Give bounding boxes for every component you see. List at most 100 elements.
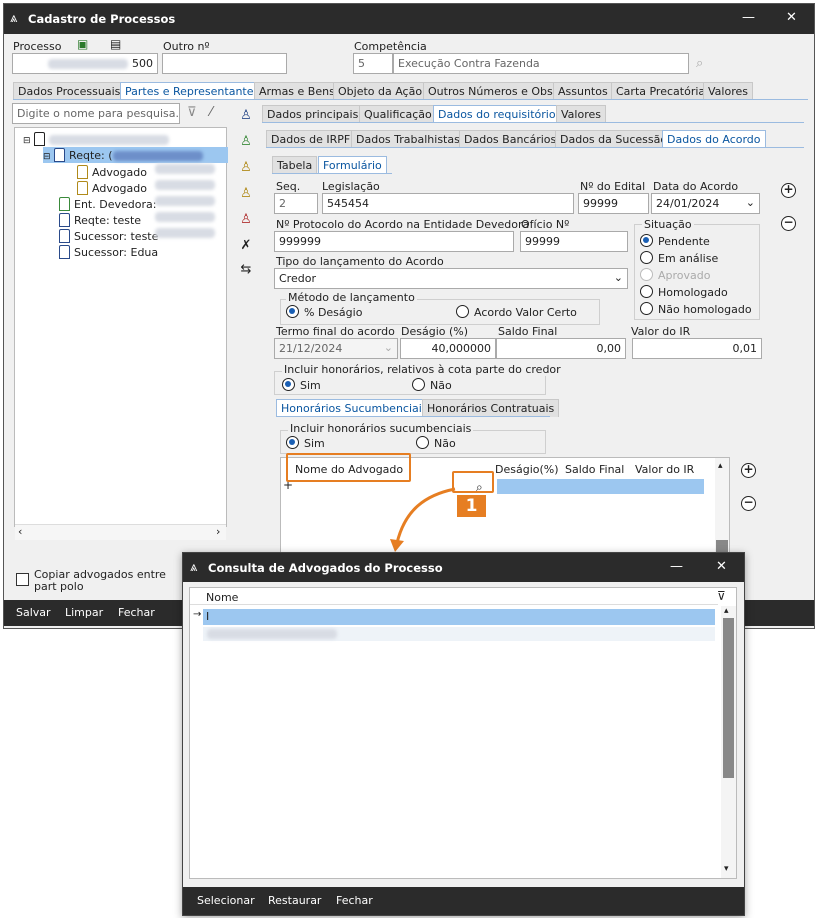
scroll-up-icon[interactable]: ▴ — [718, 461, 723, 471]
tab-partes[interactable]: Partes e Representantes — [120, 82, 265, 100]
tab-dados-processuais[interactable]: Dados Processuais — [13, 82, 126, 100]
add-representative-icon[interactable]: ♙ — [238, 186, 254, 202]
scroll-right-icon[interactable]: › — [216, 525, 220, 538]
scroll-down-icon[interactable]: ▾ — [724, 864, 729, 874]
add-lawyer-button[interactable]: + — [741, 463, 756, 478]
tab-sucessao[interactable]: Dados da Sucessão — [555, 130, 673, 148]
tab-armas[interactable]: Armas e Bens — [254, 82, 340, 100]
tree-item-ent-devedora[interactable]: Ent. Devedora: — [59, 197, 156, 211]
tree-item-reqte-teste[interactable]: Reqte: teste — [59, 213, 141, 227]
situacao-homologado-radio[interactable] — [640, 285, 653, 298]
chevron-down-icon[interactable]: ⌄ — [746, 196, 755, 209]
dialog-minimize-button[interactable]: — — [670, 559, 683, 574]
new-process-icon[interactable]: ▣ — [77, 37, 88, 51]
cota-sim-radio[interactable] — [282, 378, 295, 391]
close-form-button[interactable]: Fechar — [118, 606, 155, 619]
dialog-grid[interactable]: Nome ⊽ → I ▴ ▾ — [189, 587, 737, 879]
tab-dados-requisitorio[interactable]: Dados do requisitório — [433, 105, 561, 123]
tab-tabela[interactable]: Tabela — [272, 156, 318, 174]
tab-valores[interactable]: Valores — [703, 82, 753, 100]
situacao-em-analise-radio[interactable] — [640, 251, 653, 264]
select-button[interactable]: Selecionar — [197, 894, 255, 907]
grid-header-saldo[interactable]: Saldo Final — [565, 463, 624, 476]
cota-nao-radio[interactable] — [412, 378, 425, 391]
tab-dados-principais[interactable]: Dados principais — [262, 105, 364, 123]
dialog-close-button[interactable]: ✕ — [716, 559, 727, 574]
minimize-button[interactable]: — — [742, 10, 755, 25]
tab-valores-sub[interactable]: Valores — [556, 105, 606, 123]
oficio-field[interactable]: 99999 — [520, 231, 628, 252]
save-button[interactable]: Salvar — [16, 606, 51, 619]
outro-field[interactable] — [162, 53, 287, 74]
tab-formulario[interactable]: Formulário — [318, 156, 387, 174]
add-record-button[interactable]: + — [781, 183, 796, 198]
protocolo-field[interactable]: 999999 — [274, 231, 514, 252]
grid-header-ir[interactable]: Valor do IR — [635, 463, 694, 476]
dialog-row-2[interactable] — [203, 627, 715, 641]
swap-icon[interactable]: ⇆ — [238, 262, 254, 278]
grid-header-desagio[interactable]: Deságio(%) — [495, 463, 559, 476]
edital-field[interactable]: 99999 — [578, 193, 649, 214]
tree-item-advogado-1[interactable]: Advogado — [77, 165, 147, 179]
grid-row-selected[interactable] — [497, 479, 704, 494]
tipo-select[interactable]: Credor ⌄ — [274, 268, 628, 289]
tab-hon-sucumbenciais[interactable]: Honorários Sucumbenciais — [276, 399, 433, 417]
tree-item-reqte[interactable]: ⊟ Reqte: ( — [43, 147, 228, 163]
remove-lawyer-button[interactable]: − — [741, 496, 756, 511]
dialog-row-selected[interactable]: I — [203, 609, 715, 625]
remove-record-button[interactable]: − — [781, 216, 796, 231]
tab-objeto[interactable]: Objeto da Ação — [333, 82, 428, 100]
situacao-pendente-radio[interactable] — [640, 234, 653, 247]
saldo-field[interactable]: 0,00 — [496, 338, 626, 359]
tab-qualificacao[interactable]: Qualificação — [359, 105, 437, 123]
tab-assuntos[interactable]: Assuntos — [553, 82, 613, 100]
competencia-desc-field[interactable]: Execução Contra Fazenda — [393, 53, 689, 74]
remove-link-icon[interactable]: ✗ — [238, 238, 254, 254]
dialog-close-text-button[interactable]: Fechar — [336, 894, 373, 907]
tab-bancarios[interactable]: Dados Bancários — [459, 130, 562, 148]
tree-search-input[interactable]: Digite o nome para pesquisa... — [12, 103, 180, 124]
close-button[interactable]: ✕ — [786, 10, 797, 25]
tree-item-sucessor-edua[interactable]: Sucessor: Edua — [59, 245, 158, 259]
add-other-icon[interactable]: ♙ — [238, 212, 254, 228]
chevron-down-icon[interactable]: ⌄ — [614, 271, 623, 284]
tree-item-sucessor-teste[interactable]: Sucessor: teste — [59, 229, 158, 243]
clear-filter-icon[interactable]: ⁄ — [210, 105, 212, 120]
tab-dados-acordo[interactable]: Dados do Acordo — [662, 130, 766, 148]
clear-button[interactable]: Limpar — [65, 606, 103, 619]
competencia-code-field[interactable]: 5 — [353, 53, 393, 74]
tab-carta[interactable]: Carta Precatória — [611, 82, 711, 100]
tab-hon-contratuais[interactable]: Honorários Contratuais — [422, 399, 560, 417]
add-entity-icon[interactable]: ♙ — [238, 134, 254, 150]
note-icon[interactable]: ▤ — [110, 37, 121, 51]
situacao-nao-homologado-radio[interactable] — [640, 302, 653, 315]
restore-button[interactable]: Restaurar — [268, 894, 321, 907]
scroll-up-icon[interactable]: ▴ — [724, 606, 729, 616]
metodo-valor-certo-radio[interactable] — [456, 305, 469, 318]
legislacao-field[interactable]: 545454 — [322, 193, 574, 214]
competencia-search-icon[interactable]: ⌕ — [696, 56, 703, 71]
parties-tree[interactable]: ⊟ ⊟ Reqte: ( Advogado Advogado Ent. Deve… — [14, 127, 228, 540]
metodo-desagio-radio[interactable] — [286, 305, 299, 318]
suc-sim-radio[interactable] — [286, 436, 299, 449]
dialog-vscrollbar[interactable]: ▴ ▾ — [721, 606, 736, 878]
tree-hscrollbar[interactable]: ‹ › — [15, 524, 226, 540]
tree-item-advogado-2[interactable]: Advogado — [77, 181, 147, 195]
add-lawyer-icon[interactable]: ♙ — [238, 160, 254, 176]
tab-trabalhistas[interactable]: Dados Trabalhistas — [351, 130, 465, 148]
tree-root[interactable]: ⊟ — [23, 132, 170, 146]
data-acordo-field[interactable]: 24/01/2024 ⌄ — [651, 193, 760, 214]
tab-irpf[interactable]: Dados de IRPF — [266, 130, 356, 148]
ir-field[interactable]: 0,01 — [632, 338, 762, 359]
tab-outros[interactable]: Outros Números e Obs. — [423, 82, 562, 100]
add-person-icon[interactable]: ♙ — [238, 108, 254, 124]
suc-nao-radio[interactable] — [416, 436, 429, 449]
desagio-field[interactable]: 40,000000 — [400, 338, 496, 359]
processo-field[interactable]: 500 — [12, 53, 158, 74]
dialog-filter-icon[interactable]: ⊽ — [717, 589, 726, 603]
copy-lawyers-checkbox[interactable] — [16, 573, 29, 586]
filter-icon[interactable]: ⊽ — [187, 105, 197, 120]
dialog-scroll-thumb[interactable] — [723, 618, 734, 778]
scroll-left-icon[interactable]: ‹ — [18, 525, 22, 538]
dialog-grid-header-nome[interactable]: Nome — [206, 591, 238, 604]
